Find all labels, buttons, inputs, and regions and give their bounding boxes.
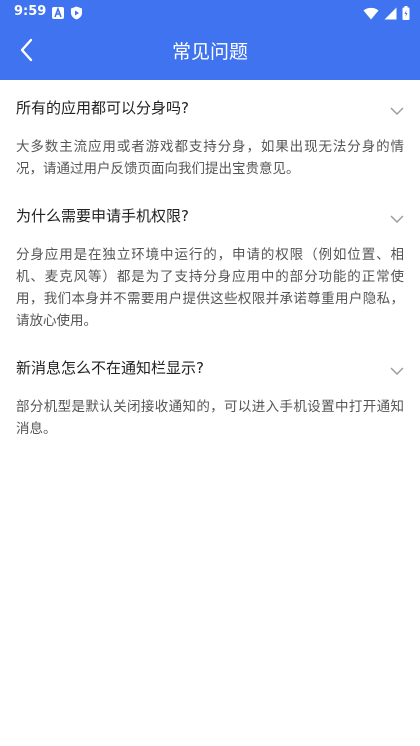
- status-right-icons: [363, 5, 410, 24]
- faq-item: 所有的应用都可以分身吗? 大多数主流应用或者游戏都支持分身，如果出现无法分身的情…: [0, 80, 420, 188]
- faq-item: 为什么需要申请手机权限? 分身应用是在独立环境中运行的，申请的权限（例如位置、相…: [0, 188, 420, 340]
- faq-question-row[interactable]: 为什么需要申请手机权限?: [0, 188, 420, 244]
- wifi-icon: [363, 5, 379, 24]
- chevron-down-icon: [390, 209, 404, 228]
- faq-answer: 分身应用是在独立环境中运行的，申请的权限（例如位置、相机、麦克风等）都是为了支持…: [16, 247, 404, 329]
- status-time: 9:59: [14, 4, 47, 19]
- status-left-icons: [51, 5, 83, 24]
- faq-question: 为什么需要申请手机权限?: [16, 207, 189, 225]
- back-button[interactable]: [8, 34, 44, 70]
- chevron-left-icon: [19, 38, 33, 66]
- faq-question: 新消息怎么不在通知栏显示?: [16, 359, 204, 377]
- a-letter-icon: [51, 5, 65, 24]
- chevron-down-icon: [390, 361, 404, 380]
- faq-question-row[interactable]: 所有的应用都可以分身吗?: [0, 80, 420, 136]
- faq-question-row[interactable]: 新消息怎么不在通知栏显示?: [0, 340, 420, 396]
- faq-list: 所有的应用都可以分身吗? 大多数主流应用或者游戏都支持分身，如果出现无法分身的情…: [0, 80, 420, 448]
- app-bar: 常见问题: [0, 24, 420, 80]
- signal-icon: [384, 5, 397, 24]
- chevron-down-icon: [390, 101, 404, 120]
- shield-play-icon: [70, 5, 83, 24]
- status-bar: 9:59: [0, 0, 420, 24]
- faq-answer: 大多数主流应用或者游戏都支持分身，如果出现无法分身的情况，请通过用户反馈页面向我…: [16, 139, 404, 177]
- faq-question: 所有的应用都可以分身吗?: [16, 99, 189, 117]
- battery-icon: [402, 5, 410, 24]
- faq-answer: 部分机型是默认关闭接收通知的，可以进入手机设置中打开通知消息。: [16, 399, 404, 437]
- page-title: 常见问题: [171, 41, 248, 63]
- faq-item: 新消息怎么不在通知栏显示? 部分机型是默认关闭接收通知的，可以进入手机设置中打开…: [0, 340, 420, 448]
